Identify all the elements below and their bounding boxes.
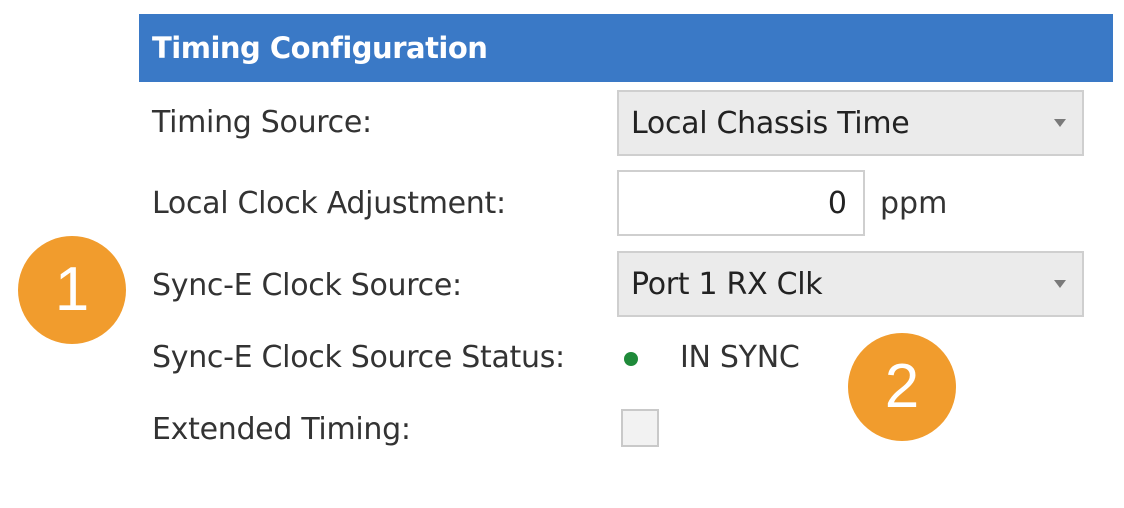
extended-timing-label: Extended Timing: [152, 412, 411, 447]
sync-e-clock-source-label: Sync-E Clock Source: [152, 268, 462, 303]
callout-badge-2: 2 [848, 333, 956, 441]
sync-e-clock-source-value: Port 1 RX Clk [631, 266, 823, 302]
timing-source-value: Local Chassis Time [631, 105, 910, 141]
status-indicator-icon [624, 352, 638, 366]
chevron-down-icon [1054, 119, 1066, 127]
callout-number: 2 [884, 352, 920, 421]
callout-number: 1 [54, 255, 90, 324]
local-clock-adjustment-input[interactable]: 0 [617, 170, 865, 236]
sync-status-value: IN SYNC [680, 340, 800, 375]
extended-timing-checkbox[interactable] [621, 409, 659, 447]
sync-e-clock-source-dropdown[interactable]: Port 1 RX Clk [617, 251, 1084, 317]
panel-title: Timing Configuration [152, 31, 488, 65]
timing-source-label: Timing Source: [152, 105, 372, 140]
panel-header: Timing Configuration [139, 14, 1113, 82]
timing-configuration-screen: Timing Configuration Timing Source: Loca… [0, 0, 1124, 508]
local-clock-adjustment-label: Local Clock Adjustment: [152, 186, 506, 221]
chevron-down-icon [1054, 280, 1066, 288]
callout-badge-1: 1 [18, 236, 126, 344]
local-clock-adjustment-value: 0 [827, 185, 847, 221]
ppm-unit-label: ppm [880, 186, 948, 221]
sync-e-clock-source-status-label: Sync-E Clock Source Status: [152, 340, 565, 375]
timing-source-dropdown[interactable]: Local Chassis Time [617, 90, 1084, 156]
